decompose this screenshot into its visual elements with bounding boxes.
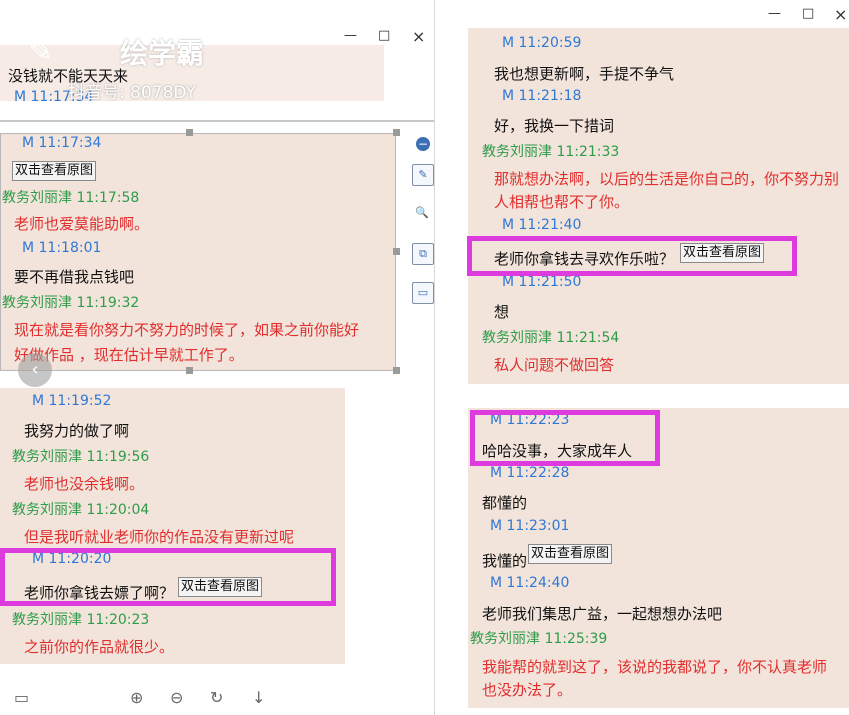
zoom-out-icon[interactable]: ⊖ xyxy=(170,688,183,707)
teacher-message: 老师也没余钱啊。 xyxy=(24,475,145,493)
message-text: 要不再借我点钱吧 xyxy=(14,268,135,286)
teacher-message: 现在就是看你努力不努力的时候了，如果之前你能好 xyxy=(14,321,360,339)
prev-arrow-button[interactable]: ‹ xyxy=(18,353,52,387)
highlight-box xyxy=(0,548,336,606)
message-sender: M 11:21:50 xyxy=(502,274,582,290)
crop-icon[interactable]: ⧉ xyxy=(412,243,434,265)
message-text: 想 xyxy=(494,303,510,321)
screen-icon[interactable]: ▭ xyxy=(14,688,29,707)
view-original-button[interactable]: 双击查看原图 xyxy=(12,161,97,181)
left-minimize-button[interactable]: — xyxy=(344,28,357,43)
resize-handle[interactable] xyxy=(393,367,400,374)
right-titlebar xyxy=(437,0,849,28)
message-sender: M 11:18:01 xyxy=(22,240,102,256)
teacher-message: 也没办法了。 xyxy=(482,681,573,699)
zoom-icon[interactable]: 🔍 xyxy=(412,203,432,223)
teacher-message: 我能帮的就到这了，该说的我都说了，你不认真老师 xyxy=(482,658,828,676)
message-text: 好，我换一下措词 xyxy=(494,117,615,135)
left-maximize-button[interactable]: □ xyxy=(378,28,390,43)
message-text: 都懂的 xyxy=(482,494,528,512)
message-sender: M 11:17:34 xyxy=(22,135,102,151)
divider-line xyxy=(0,120,434,122)
resize-handle[interactable] xyxy=(186,367,193,374)
message-text: 我懂的 xyxy=(482,552,528,570)
message-sender: M 11:20:59 xyxy=(502,35,582,51)
message-text: 我努力的做了啊 xyxy=(24,422,130,440)
teacher-message: 人相帮也帮不了你。 xyxy=(494,193,630,211)
rotate-icon[interactable]: ↻ xyxy=(210,688,223,707)
teacher-sender: 教务刘丽津 11:19:32 xyxy=(2,295,140,311)
message-text: 我也想更新啊，手提不争气 xyxy=(494,65,675,83)
message-sender: M 11:21:18 xyxy=(502,88,582,104)
highlight-box xyxy=(467,236,797,276)
zoom-in-icon[interactable]: ⊕ xyxy=(130,688,143,707)
highlight-box xyxy=(470,410,660,466)
resize-handle[interactable] xyxy=(393,248,400,255)
resize-handle[interactable] xyxy=(186,129,193,136)
teacher-sender: 教务刘丽津 11:20:04 xyxy=(12,502,150,518)
message-sender: M 11:23:01 xyxy=(490,518,570,534)
teacher-message: 但是我听就业老师你的作品没有更新过呢 xyxy=(24,528,295,546)
edit-icon[interactable]: ✎ xyxy=(412,164,434,186)
message-sender: M 11:22:28 xyxy=(490,465,570,481)
download-icon[interactable]: ↓ xyxy=(252,688,265,707)
watermark-brand: 绘学霸 xyxy=(120,37,205,70)
minimize-button[interactable]: — xyxy=(768,6,781,21)
message-sender: M 11:21:40 xyxy=(502,217,582,233)
close-button[interactable]: × xyxy=(834,5,847,24)
maximize-button[interactable]: □ xyxy=(802,6,814,21)
teacher-message: 那就想办法啊，以后的生活是你自己的，你不努力别 xyxy=(494,170,840,188)
message-text: 老师我们集思广益，一起想想办法吧 xyxy=(482,605,723,623)
teacher-sender: 教务刘丽津 11:21:54 xyxy=(482,330,620,346)
left-close-button[interactable]: × xyxy=(412,27,425,46)
teacher-message: 老师也爱莫能助啊。 xyxy=(14,215,150,233)
message-sender: M 11:24:40 xyxy=(490,575,570,591)
teacher-sender: 教务刘丽津 11:20:23 xyxy=(12,612,150,628)
watermark-sub: 抖音号: 8078DY xyxy=(68,83,196,103)
teacher-sender: 教务刘丽津 11:19:56 xyxy=(12,449,150,465)
minus-icon[interactable]: − xyxy=(416,137,430,151)
teacher-sender: 教务刘丽津 11:17:58 xyxy=(2,190,140,206)
teacher-message: 私人问题不做回答 xyxy=(494,356,615,374)
screen-icon[interactable]: ▭ xyxy=(412,282,434,304)
message-sender: M 11:19:52 xyxy=(32,393,112,409)
view-original-button[interactable]: 双击查看原图 xyxy=(528,544,613,564)
teacher-message: 之前你的作品就很少。 xyxy=(24,638,175,656)
teacher-sender: 教务刘丽津 11:25:39 xyxy=(470,631,608,647)
logo-icon: ✎ xyxy=(28,34,54,69)
resize-handle[interactable] xyxy=(393,129,400,136)
teacher-sender: 教务刘丽津 11:21:33 xyxy=(482,144,620,160)
